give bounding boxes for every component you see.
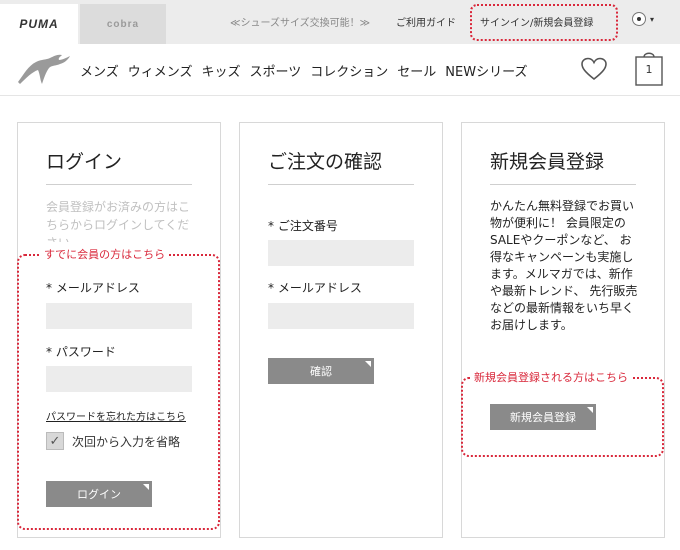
- login-title: ログイン: [46, 151, 123, 173]
- nav-item-new-series[interactable]: NEWシリーズ: [445, 61, 527, 80]
- nav-item-mens[interactable]: メンズ: [80, 61, 119, 80]
- puma-wordmark: PUMA: [19, 17, 59, 31]
- heart-icon[interactable]: [581, 57, 607, 85]
- register-panel: 新規会員登録 かんたん無料登録でお買い物が便利に！ 会員限定のSALEやクーポン…: [461, 122, 665, 538]
- order-divider: [268, 184, 414, 185]
- top-bar: PUMA cobra ≪シューズサイズ交換可能！≫ ご利用ガイド サインイン/新…: [0, 0, 680, 44]
- login-annotation-box: [17, 254, 220, 530]
- nav-item-sale[interactable]: セール: [397, 61, 436, 80]
- login-description: 会員登録がお済みの方はこちらからログインしてください: [46, 200, 191, 242]
- brand-tab-puma[interactable]: PUMA: [0, 4, 78, 44]
- nav-item-sports[interactable]: スポーツ: [250, 61, 302, 80]
- nav-item-kids[interactable]: キッズ: [202, 61, 241, 80]
- register-description: かんたん無料登録でお買い物が便利に！ 会員限定のSALEやクーポンなど、 お得な…: [490, 199, 638, 332]
- locale-selector[interactable]: ▾: [632, 12, 654, 26]
- signin-highlight-annotation: [470, 4, 618, 41]
- nav-item-womens[interactable]: ウィメンズ: [128, 61, 193, 80]
- globe-icon: [632, 12, 646, 26]
- cobra-wordmark: cobra: [106, 18, 140, 30]
- register-title: 新規会員登録: [490, 151, 605, 173]
- login-divider: [46, 184, 192, 185]
- order-email-input[interactable]: [268, 303, 414, 329]
- main-nav: メンズ ウィメンズ キッズ スポーツ コレクション セール NEWシリーズ 1: [0, 44, 680, 96]
- guide-link[interactable]: ご利用ガイド: [396, 14, 456, 29]
- brand-tab-cobra[interactable]: cobra: [80, 4, 166, 44]
- register-annotation-label: 新規会員登録される方はこちら: [470, 369, 632, 385]
- login-annotation-label: すでに会員の方はこちら: [40, 246, 170, 262]
- order-number-input[interactable]: [268, 240, 414, 266]
- cart-button[interactable]: 1: [634, 49, 664, 87]
- nav-items: メンズ ウィメンズ キッズ スポーツ コレクション セール NEWシリーズ: [80, 61, 527, 80]
- register-divider: [490, 184, 636, 185]
- confirm-button[interactable]: 確認: [268, 358, 374, 384]
- order-title: ご注文の確認: [268, 151, 383, 173]
- promo-link[interactable]: ≪シューズサイズ交換可能！≫: [230, 14, 370, 29]
- order-email-label: * メールアドレス: [268, 281, 362, 295]
- order-check-panel: ご注文の確認 * ご注文番号 * メールアドレス 確認: [239, 122, 443, 538]
- cart-count: 1: [645, 63, 653, 76]
- puma-cat-logo-icon[interactable]: [16, 52, 72, 90]
- nav-item-collection[interactable]: コレクション: [310, 61, 388, 80]
- order-number-label: * ご注文番号: [268, 219, 338, 233]
- register-annotation-box: [461, 377, 664, 457]
- chevron-down-icon: ▾: [650, 14, 655, 24]
